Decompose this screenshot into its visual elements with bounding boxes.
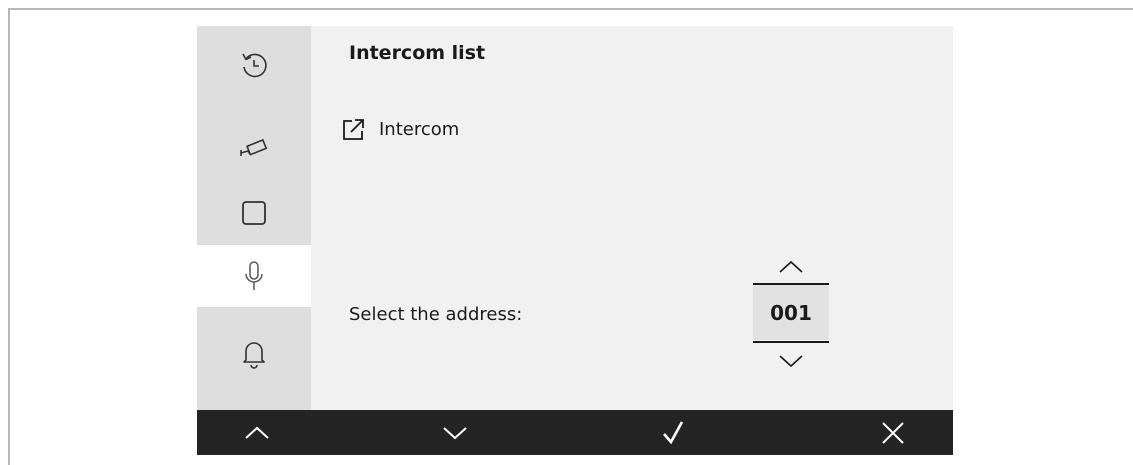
bell-icon [243,342,265,369]
address-decrease-button[interactable] [753,346,829,376]
down-button[interactable] [395,410,515,455]
sidebar-item-camera[interactable] [197,115,311,177]
sidebar-item-bell[interactable] [197,323,311,385]
checkmark-icon [663,420,684,444]
up-button[interactable] [197,410,317,455]
sidebar-item-history[interactable] [197,34,311,96]
intercom-link[interactable]: Intercom [341,116,459,142]
address-increase-button[interactable] [753,252,829,282]
frame-left-border [8,8,10,465]
intercom-link-label: Intercom [379,118,460,140]
close-button[interactable] [833,410,953,455]
camera-icon [240,138,268,156]
microphone-icon [245,261,263,290]
device-screen: Intercom list Intercom Select the addres… [197,26,953,455]
square-icon [242,201,266,225]
address-label: Select the address: [349,304,523,325]
chevron-up-icon [245,426,269,439]
sidebar-item-intercom[interactable] [197,245,311,307]
bottom-bar [197,410,953,455]
close-icon [882,421,904,444]
sidebar-item-panel[interactable] [197,182,311,244]
chevron-down-icon [779,355,803,368]
confirm-button[interactable] [614,410,734,455]
external-link-icon [343,119,364,140]
history-icon [242,53,267,78]
page-title: Intercom list [349,42,486,64]
address-value: 001 [753,285,829,340]
frame-top-border [8,8,1133,10]
address-stepper[interactable]: 001 [753,252,829,376]
sidebar [197,26,311,410]
chevron-up-icon [779,260,803,273]
main-content: Intercom list Intercom Select the addres… [311,26,953,410]
stepper-divider-bottom [753,341,829,343]
chevron-down-icon [443,426,467,439]
